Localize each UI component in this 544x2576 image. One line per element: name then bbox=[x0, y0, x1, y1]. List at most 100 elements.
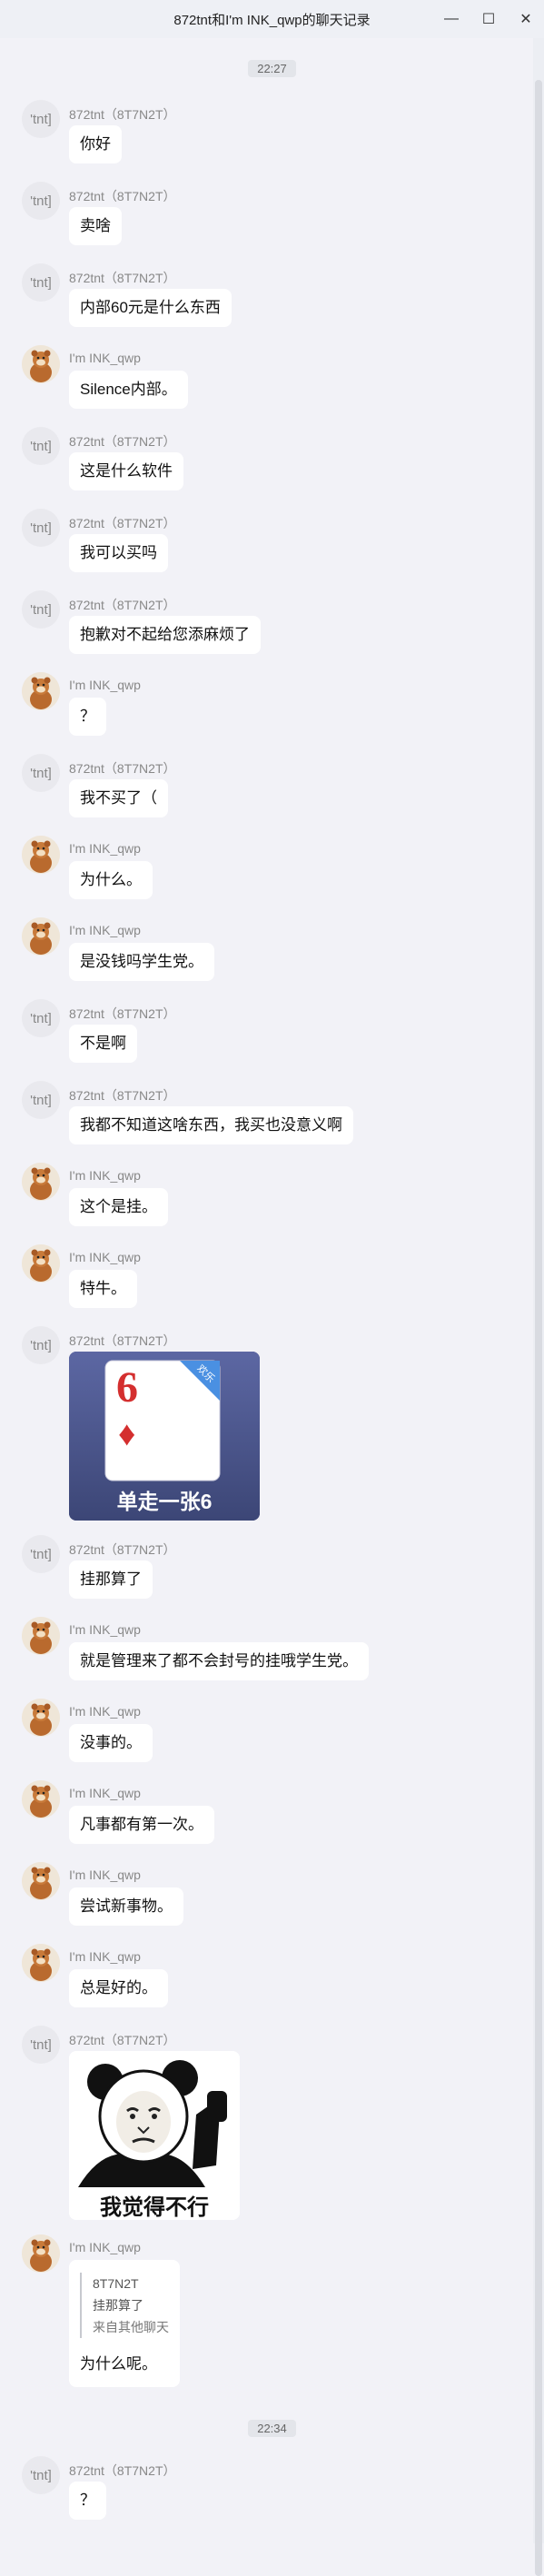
avatar[interactable] bbox=[22, 1163, 60, 1201]
avatar[interactable]: 'tnt] bbox=[22, 509, 60, 547]
message-bubble[interactable]: 挂那算了 bbox=[69, 1560, 153, 1599]
message-bubble[interactable]: 凡事都有第一次。 bbox=[69, 1806, 214, 1844]
sender-name: I'm INK_qwp bbox=[69, 923, 141, 937]
card-caption: 单走一张6 bbox=[116, 1490, 213, 1513]
ink-avatar-icon bbox=[22, 672, 60, 710]
avatar[interactable] bbox=[22, 345, 60, 383]
message-bubble[interactable]: 特牛。 bbox=[69, 1270, 137, 1308]
message-bubble[interactable]: 卖啥 bbox=[69, 207, 122, 245]
message-bubble[interactable]: ？ bbox=[69, 698, 106, 736]
message-bubble[interactable]: Silence内部。 bbox=[69, 371, 188, 409]
sender-name: I'm INK_qwp bbox=[69, 1949, 141, 1964]
sender-name: I'm INK_qwp bbox=[69, 1786, 141, 1800]
sender-name: I'm INK_qwp bbox=[69, 841, 141, 856]
ink-avatar-icon bbox=[22, 1699, 60, 1737]
avatar[interactable] bbox=[22, 1780, 60, 1818]
sender-name: I'm INK_qwp bbox=[69, 2240, 141, 2254]
message-bubble[interactable]: 尝试新事物。 bbox=[69, 1887, 183, 1926]
meme-image[interactable]: 我觉得不行 bbox=[69, 2051, 240, 2220]
ink-avatar-icon bbox=[22, 1780, 60, 1818]
sender-name: 872tnt（8T7N2T） bbox=[69, 1006, 176, 1021]
ink-avatar-icon bbox=[22, 1617, 60, 1655]
avatar[interactable]: 'tnt] bbox=[22, 590, 60, 629]
avatar[interactable] bbox=[22, 672, 60, 710]
scrollbar[interactable] bbox=[533, 38, 544, 2576]
ink-avatar-icon bbox=[22, 1944, 60, 1982]
message-bubble[interactable]: 我都不知道这啥东西，我买也没意义啊 bbox=[69, 1106, 353, 1144]
scrollbar-thumb[interactable] bbox=[535, 80, 542, 2576]
avatar[interactable]: 'tnt] bbox=[22, 754, 60, 792]
message-bubble[interactable]: 我可以买吗 bbox=[69, 534, 168, 572]
message-bubble[interactable]: 是没钱吗学生党。 bbox=[69, 943, 214, 981]
sticker-image[interactable]: 6 ♦ 欢乐 单走一张6 bbox=[69, 1352, 260, 1521]
avatar[interactable]: 'tnt] bbox=[22, 2026, 60, 2064]
avatar[interactable]: 'tnt] bbox=[22, 100, 60, 138]
avatar[interactable] bbox=[22, 1617, 60, 1655]
avatar[interactable] bbox=[22, 2234, 60, 2273]
sender-name: 872tnt（8T7N2T） bbox=[69, 761, 176, 776]
message-text: 为什么呢。 bbox=[80, 2355, 157, 2373]
message-bubble[interactable]: 为什么。 bbox=[69, 861, 153, 899]
sender-name: 872tnt（8T7N2T） bbox=[69, 516, 176, 530]
sender-name: I'm INK_qwp bbox=[69, 1250, 141, 1264]
quoted-text: 挂那算了 bbox=[93, 2298, 143, 2313]
avatar[interactable] bbox=[22, 1244, 60, 1283]
maximize-button[interactable]: ☐ bbox=[470, 0, 507, 38]
message-bubble[interactable]: ？ bbox=[69, 2482, 106, 2520]
message-bubble[interactable]: 你好 bbox=[69, 125, 122, 163]
chat-history: 22:27 22:34 'tnt] 872tnt（8T7N2T） 你好'tnt] 87… bbox=[0, 38, 533, 2543]
message-bubble[interactable]: 抱歉对不起给您添麻烦了 bbox=[69, 616, 261, 654]
sender-name: 872tnt（8T7N2T） bbox=[69, 2463, 176, 2478]
message-bubble[interactable]: 8T7N2T 挂那算了来自其他聊天为什么呢。 bbox=[69, 2260, 180, 2387]
sender-name: 872tnt（8T7N2T） bbox=[69, 2033, 176, 2047]
ink-avatar-icon bbox=[22, 1244, 60, 1283]
sender-name: 872tnt（8T7N2T） bbox=[69, 1542, 176, 1557]
avatar[interactable]: 'tnt] bbox=[22, 999, 60, 1037]
quoted-source-note: 来自其他聊天 bbox=[93, 2320, 169, 2334]
sender-name: I'm INK_qwp bbox=[69, 351, 141, 365]
avatar[interactable] bbox=[22, 1862, 60, 1900]
close-button[interactable]: ✕ bbox=[508, 0, 544, 38]
avatar[interactable] bbox=[22, 1699, 60, 1737]
sender-name: I'm INK_qwp bbox=[69, 678, 141, 692]
sender-name: 872tnt（8T7N2T） bbox=[69, 434, 176, 449]
window-title: 872tnt和I'm INK_qwp的聊天记录 bbox=[173, 12, 371, 28]
ink-avatar-icon bbox=[22, 836, 60, 874]
message-bubble[interactable]: 就是管理来了都不会封号的挂哦学生党。 bbox=[69, 1642, 369, 1680]
ink-avatar-icon bbox=[22, 2234, 60, 2273]
time-separator: 22:34 bbox=[0, 2420, 533, 2437]
avatar[interactable] bbox=[22, 917, 60, 956]
quoted-sender: 8T7N2T bbox=[93, 2276, 139, 2291]
card-suit: ♦ bbox=[118, 1415, 136, 1453]
avatar[interactable]: 'tnt] bbox=[22, 263, 60, 302]
title-bar: 872tnt和I'm INK_qwp的聊天记录 — ☐ ✕ bbox=[0, 0, 544, 38]
avatar[interactable]: 'tnt] bbox=[22, 1081, 60, 1119]
meme-caption: 我觉得不行 bbox=[100, 2195, 209, 2220]
avatar[interactable]: 'tnt] bbox=[22, 1535, 60, 1573]
quoted-message[interactable]: 8T7N2T 挂那算了来自其他聊天 bbox=[80, 2273, 169, 2338]
sender-name: 872tnt（8T7N2T） bbox=[69, 271, 176, 285]
sender-name: I'm INK_qwp bbox=[69, 1622, 141, 1637]
sender-name: I'm INK_qwp bbox=[69, 1168, 141, 1183]
sender-name: 872tnt（8T7N2T） bbox=[69, 1333, 176, 1348]
message-bubble[interactable]: 没事的。 bbox=[69, 1724, 153, 1762]
message-bubble[interactable]: 内部60元是什么东西 bbox=[69, 289, 232, 327]
sender-name: 872tnt（8T7N2T） bbox=[69, 1088, 176, 1103]
avatar[interactable]: 'tnt] bbox=[22, 182, 60, 220]
avatar[interactable]: 'tnt] bbox=[22, 2456, 60, 2494]
message-bubble[interactable]: 总是好的。 bbox=[69, 1969, 168, 2007]
message-bubble[interactable]: 不是啊 bbox=[69, 1025, 137, 1063]
ink-avatar-icon bbox=[22, 345, 60, 383]
ink-avatar-icon bbox=[22, 1862, 60, 1900]
avatar[interactable]: 'tnt] bbox=[22, 427, 60, 465]
avatar[interactable] bbox=[22, 836, 60, 874]
card-rank: 6 bbox=[116, 1363, 138, 1412]
message-bubble[interactable]: 我不买了（ bbox=[69, 779, 168, 817]
time-label: 22:34 bbox=[248, 2420, 296, 2437]
message-bubble[interactable]: 这个是挂。 bbox=[69, 1188, 168, 1226]
avatar[interactable] bbox=[22, 1944, 60, 1982]
minimize-button[interactable]: — bbox=[433, 0, 470, 38]
sender-name: 872tnt（8T7N2T） bbox=[69, 189, 176, 203]
message-bubble[interactable]: 这是什么软件 bbox=[69, 452, 183, 490]
avatar[interactable]: 'tnt] bbox=[22, 1326, 60, 1364]
